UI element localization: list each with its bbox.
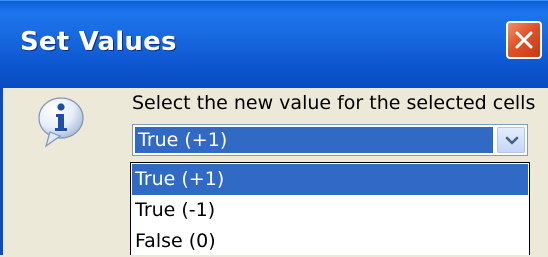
close-icon xyxy=(515,31,533,49)
value-combobox[interactable]: True (+1) xyxy=(132,124,528,156)
dropdown-option-true-plus-one[interactable]: True (+1) xyxy=(132,164,528,195)
combobox-selected-value: True (+1) xyxy=(135,127,493,153)
dialog-title: Set Values xyxy=(20,27,177,57)
chevron-down-icon xyxy=(505,136,519,145)
prompt-text: Select the new value for the selected ce… xyxy=(132,92,536,114)
combobox-dropdown-button[interactable] xyxy=(497,127,525,153)
dropdown-list: True (+1) True (-1) False (0) xyxy=(130,162,530,255)
dropdown-option-true-minus-one[interactable]: True (-1) xyxy=(132,195,528,226)
title-bar[interactable]: Set Values xyxy=(0,0,548,88)
dropdown-option-false-zero[interactable]: False (0) xyxy=(132,226,528,257)
info-icon xyxy=(38,97,84,148)
close-button[interactable] xyxy=(506,21,542,59)
